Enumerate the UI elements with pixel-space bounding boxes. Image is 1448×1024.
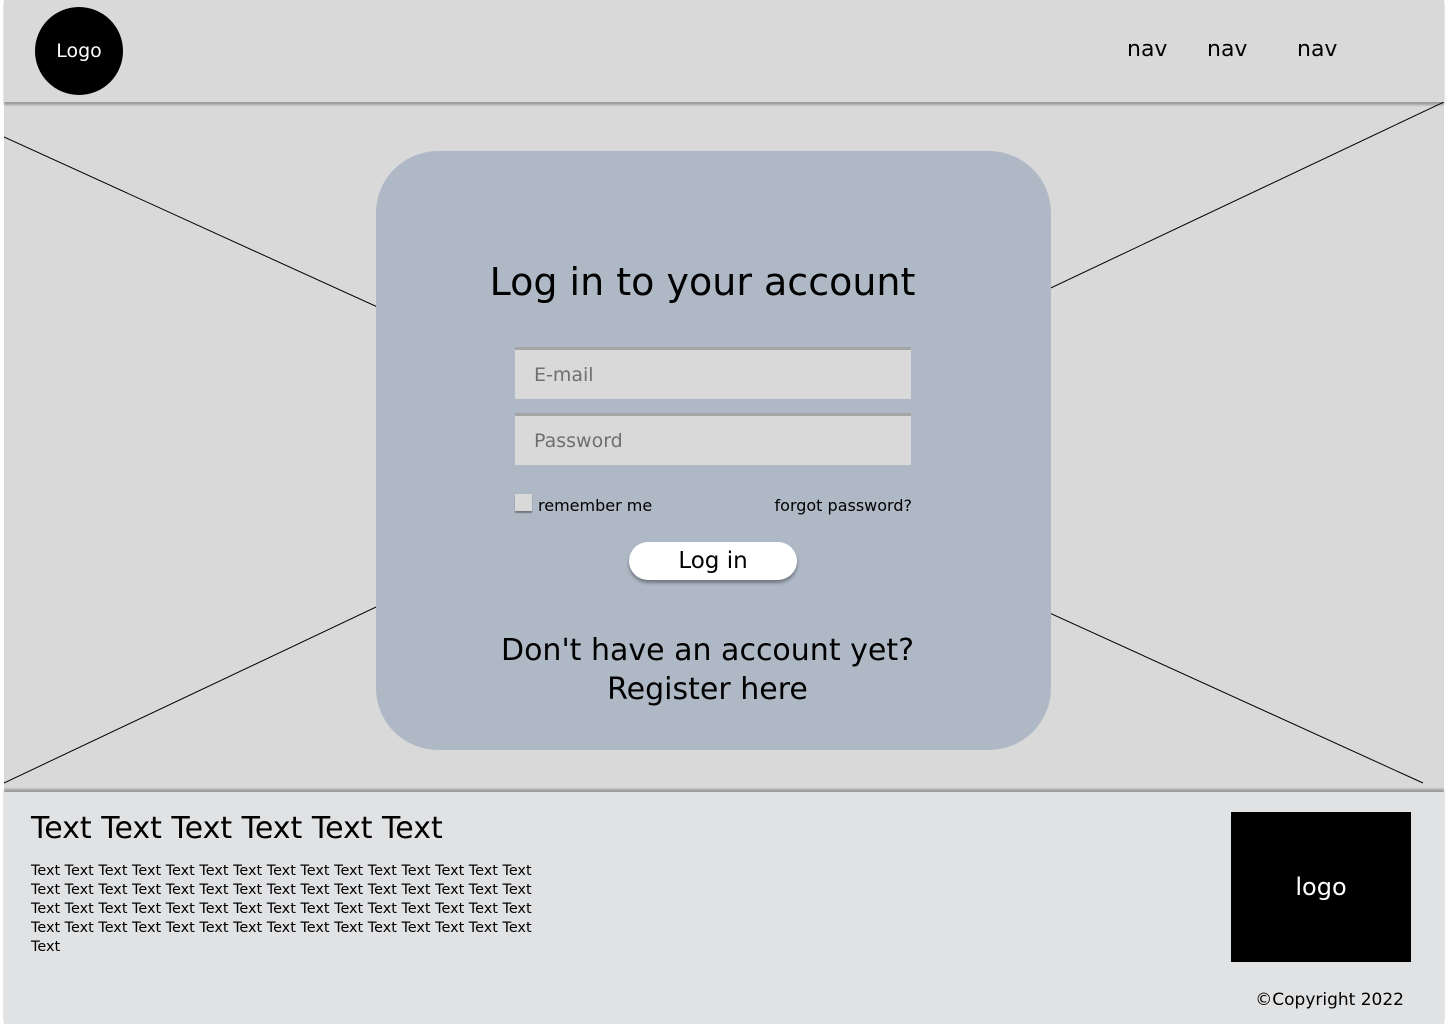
nav-link-3[interactable]: nav: [1297, 36, 1337, 64]
footer-logo[interactable]: logo: [1231, 812, 1411, 962]
nav-link-1[interactable]: nav: [1127, 36, 1167, 64]
login-title: Log in to your account: [489, 260, 916, 304]
remember-me-checkbox[interactable]: [515, 494, 532, 511]
forgot-password-link[interactable]: forgot password?: [775, 496, 912, 516]
login-button[interactable]: Log in: [629, 542, 797, 580]
email-field[interactable]: [515, 347, 911, 399]
login-page: Logo nav nav nav Log in to your account …: [0, 0, 1448, 1024]
footer-heading: Text Text Text Text Text Text: [31, 811, 443, 846]
site-header: Logo nav nav nav: [4, 0, 1444, 102]
register-link[interactable]: Register here: [376, 670, 1039, 709]
site-footer: Text Text Text Text Text Text Text Text …: [4, 792, 1444, 1024]
login-card: Log in to your account remember me forgo…: [376, 151, 1051, 750]
header-logo[interactable]: Logo: [35, 7, 123, 95]
no-account-text: Don't have an account yet?: [500, 633, 915, 668]
nav-link-2[interactable]: nav: [1207, 36, 1247, 64]
copyright-text: ©Copyright 2022: [1255, 990, 1404, 1010]
footer-body-text: Text Text Text Text Text Text Text Text …: [31, 863, 532, 955]
register-prompt: Don't have an account yet? Register here: [376, 631, 1039, 709]
remember-me-label: remember me: [538, 496, 653, 515]
password-field[interactable]: [515, 413, 911, 465]
